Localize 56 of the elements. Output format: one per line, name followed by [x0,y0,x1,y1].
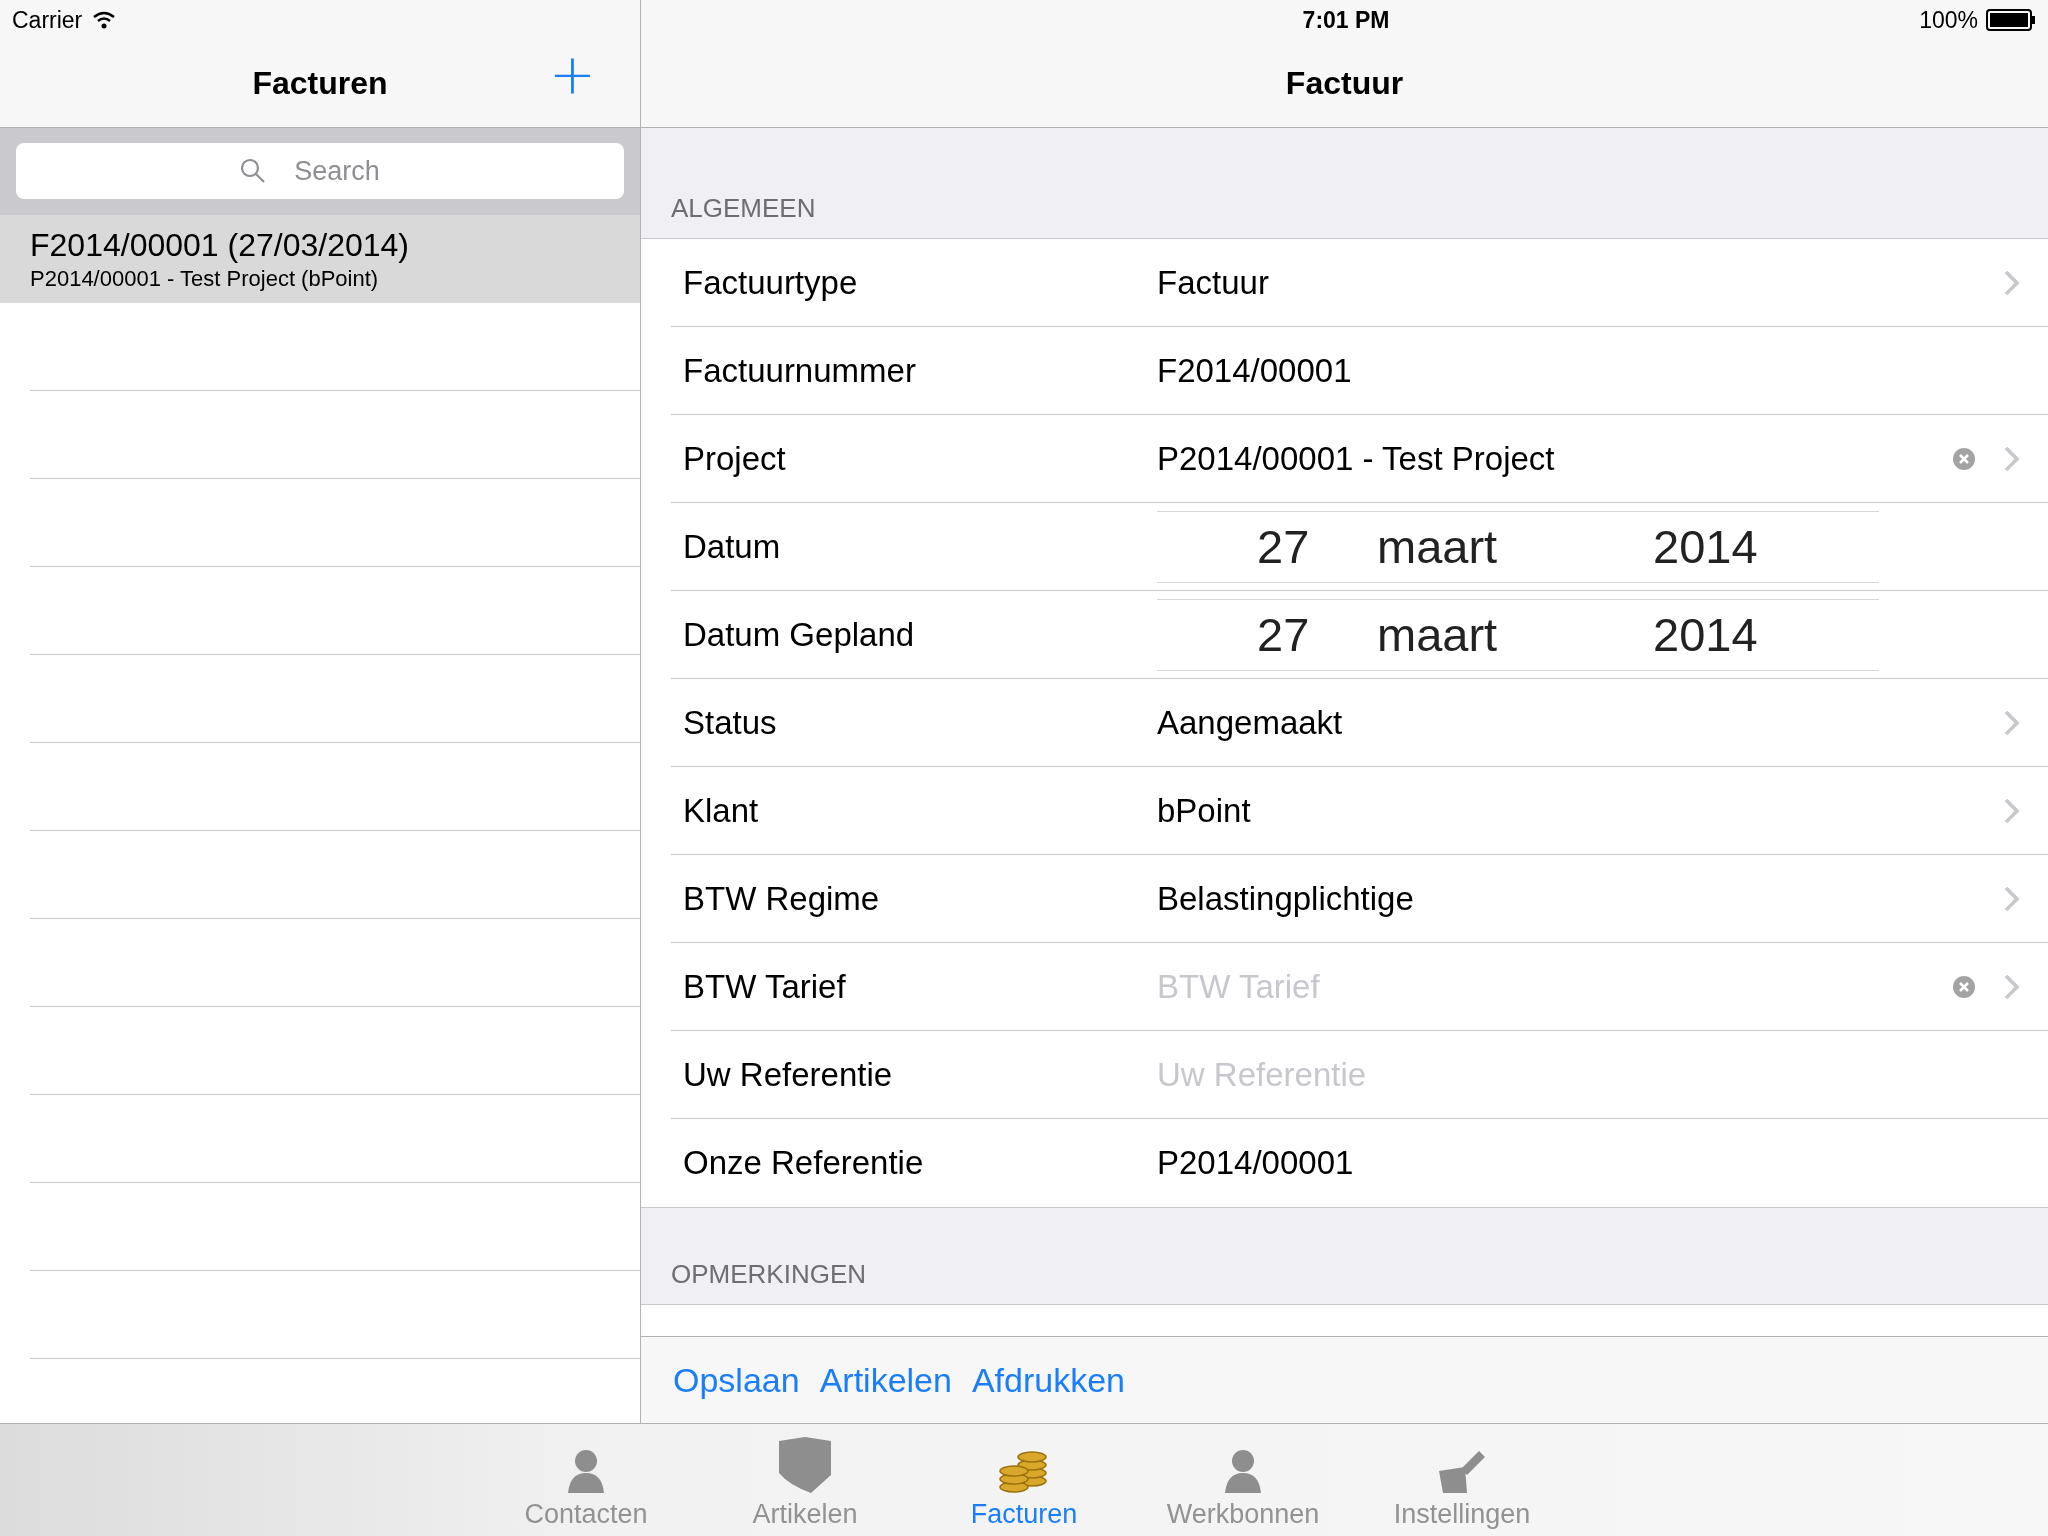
chevron-icon [2004,709,2020,736]
field-label: BTW Tarief [682,967,847,1006]
field-label: Uw Referentie [682,1055,894,1094]
field-label: Factuurtype [682,263,859,302]
field-value[interactable]: Factuur [1157,263,2004,302]
section-header: ALGEMEEN [671,193,816,224]
item-subtitle: P2014/00001 - Test Project (bPoint) [30,265,380,292]
nav-title: Factuur [1285,65,1404,102]
search-icon [240,158,266,184]
search-field[interactable]: Search [16,143,624,199]
year-value[interactable]: 2014 [1653,607,1758,662]
field-value[interactable]: Aangemaakt [1157,703,2004,742]
person-icon [1223,1447,1263,1495]
day-value[interactable]: 27 [1257,519,1377,574]
field-value[interactable]: P2014/00001 - Test Project [1157,439,1952,478]
carrier-text: Carrier [12,6,83,34]
month-value[interactable]: maart [1377,607,1653,662]
battery-icon [1986,9,2036,31]
field-label: Datum Gepland [682,615,916,654]
date-picker[interactable]: 27 maart 2014 [1157,598,1879,671]
clear-icon[interactable] [1952,446,1976,471]
nav-title: Facturen [252,65,388,102]
chevron-icon [2004,797,2020,824]
field-label: Factuurnummer [682,351,917,390]
clear-icon[interactable] [1952,974,1976,999]
toolbar-link[interactable]: Afdrukken [963,1360,1133,1400]
notes-field[interactable] [641,1304,2048,1336]
clock-text: 7:01 PM [1302,6,1390,34]
brush-icon [1437,1449,1487,1495]
chevron-icon [2004,269,2020,296]
chevron-icon [2004,973,2020,1000]
chevron-icon [2004,885,2020,912]
date-picker[interactable]: 27 maart 2014 [1157,510,1879,583]
chevron-icon [2004,445,2020,472]
toolbar-link[interactable]: Artikelen [811,1360,960,1400]
year-value[interactable]: 2014 [1653,519,1758,574]
field-label: Datum [682,527,782,566]
person-icon [566,1447,606,1495]
add-button[interactable]: + [543,46,602,102]
field-value[interactable]: P2014/00001 [1157,1144,2020,1182]
battery-text: 100% [1919,6,1978,34]
toolbar-link[interactable]: Opslaan [665,1360,808,1400]
invoice-list-item[interactable]: F2014/00001 (27/03/2014) P2014/00001 - Test Project (bPoint) [0,215,640,303]
field-value[interactable]: Belastingplichtige [1157,879,2004,918]
field-label: BTW Regime [682,879,881,918]
field-label: Status [682,703,778,742]
field-value[interactable]: bPoint [1157,791,2004,830]
wifi-icon [92,11,117,29]
item-title: F2014/00001 (27/03/2014) [30,226,410,264]
day-value[interactable]: 27 [1257,607,1377,662]
section-header: OPMERKINGEN [671,1259,867,1290]
field-label: Klant [682,791,760,830]
month-value[interactable]: maart [1377,519,1653,574]
field-label: Onze Referentie [682,1144,925,1182]
field-label: Project [682,439,787,478]
field-value[interactable]: F2014/00001 [1157,351,2020,390]
